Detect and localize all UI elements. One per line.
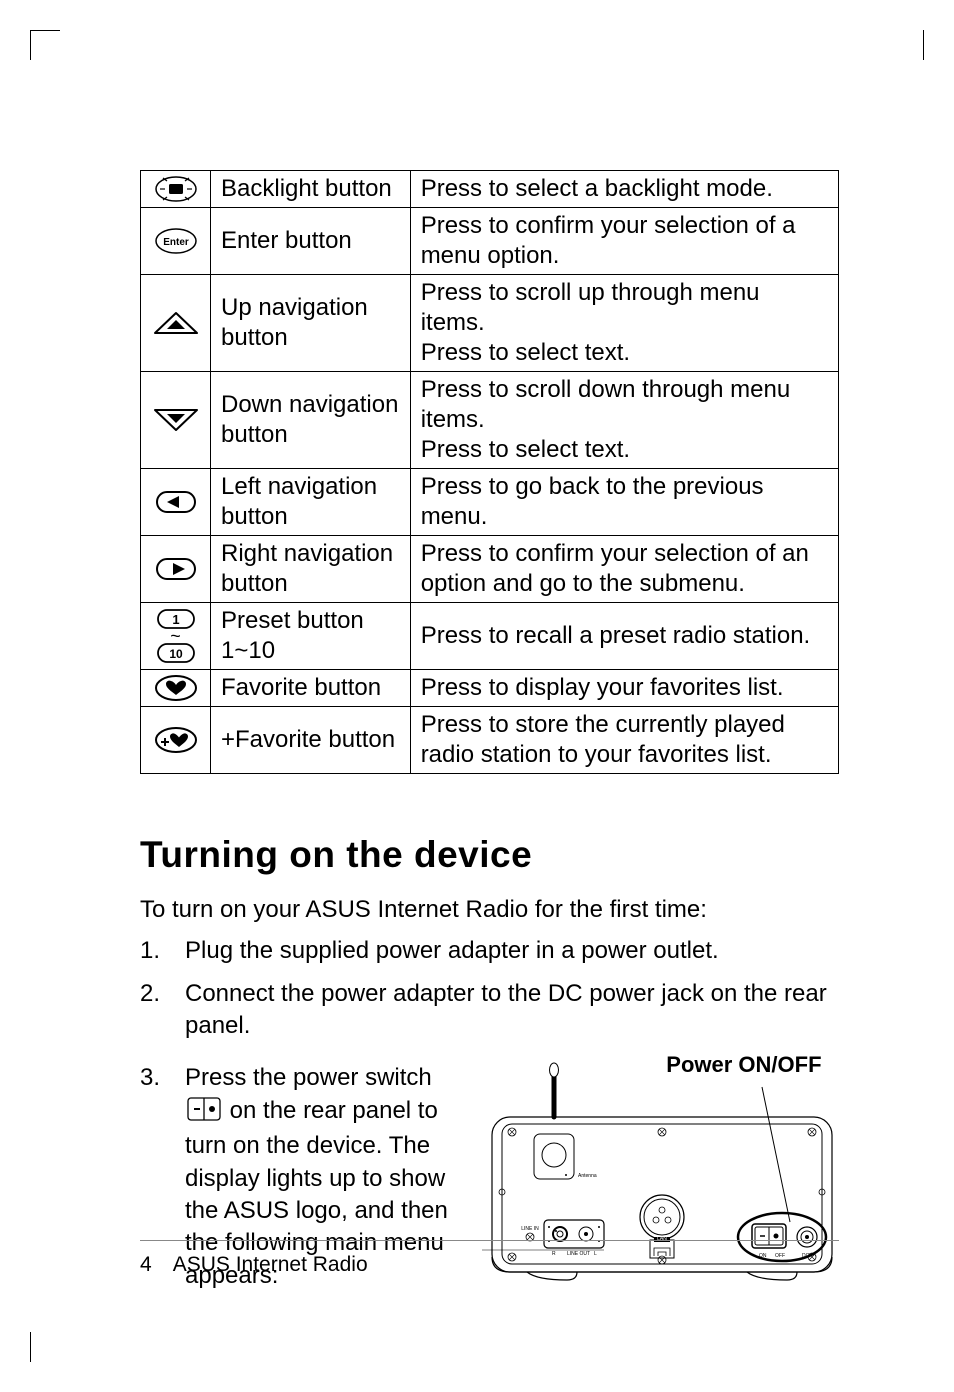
control-name: Right navigation button: [211, 536, 411, 603]
table-row: Right navigation button Press to confirm…: [141, 536, 839, 603]
up-nav-icon: [151, 308, 201, 338]
step3-pre: Press the power switch: [185, 1064, 432, 1091]
control-desc: Press to confirm your selection of an op…: [410, 536, 838, 603]
page-footer: 4 ASUS Internet Radio: [140, 1240, 839, 1277]
table-row: Down navigation button Press to scroll d…: [141, 372, 839, 469]
backlight-icon: [153, 175, 199, 203]
right-nav-icon: [153, 555, 199, 583]
page-content: Backlight button Press to select a backl…: [140, 170, 839, 1292]
table-row: 1 ~ 10 Preset button 1~10 Press to recal…: [141, 603, 839, 670]
table-row: Up navigation button Press to scroll up …: [141, 275, 839, 372]
add-favorite-icon: [153, 726, 199, 754]
intro-text: To turn on your ASUS Internet Radio for …: [140, 894, 839, 925]
control-desc: Press to scroll up through menu items.Pr…: [410, 275, 838, 372]
power-onoff-label: Power ON/OFF: [666, 1052, 821, 1078]
table-row: Left navigation button Press to go back …: [141, 469, 839, 536]
page-number: 4: [140, 1253, 168, 1277]
crop-mark-bl: [30, 1332, 60, 1362]
section-heading: Turning on the device: [140, 834, 839, 876]
power-switch-inline-icon: [187, 1097, 221, 1130]
control-desc: Press to store the currently played radi…: [410, 707, 838, 774]
table-row: Backlight button Press to select a backl…: [141, 171, 839, 208]
crop-mark-tr: [894, 30, 924, 60]
control-name: Down navigation button: [211, 372, 411, 469]
svg-text:10: 10: [169, 647, 183, 661]
table-row: Favorite button Press to display your fa…: [141, 670, 839, 707]
control-name: Favorite button: [211, 670, 411, 707]
favorite-icon: [153, 674, 199, 702]
control-name: Left navigation button: [211, 469, 411, 536]
control-name: Backlight button: [211, 171, 411, 208]
control-desc: Press to display your favorites list.: [410, 670, 838, 707]
control-name: Preset button 1~10: [211, 603, 411, 670]
line-in-label: LINE IN: [521, 1226, 539, 1232]
table-row: Enter Enter button Press to confirm your…: [141, 208, 839, 275]
control-desc: Press to scroll down through menu items.…: [410, 372, 838, 469]
svg-text:Enter: Enter: [163, 237, 189, 248]
footer-title: ASUS Internet Radio: [173, 1253, 368, 1276]
left-nav-icon: [153, 488, 199, 516]
table-row: +Favorite button Press to store the curr…: [141, 707, 839, 774]
antenna-label: Antenna: [578, 1173, 597, 1179]
list-item: Connect the power adapter to the DC powe…: [140, 978, 839, 1043]
control-desc: Press to confirm your selection of a men…: [410, 208, 838, 275]
steps-list: Plug the supplied power adapter in a pow…: [140, 935, 839, 1042]
preset-10-icon: 10: [156, 642, 196, 664]
control-name: Up navigation button: [211, 275, 411, 372]
svg-text:1: 1: [172, 612, 179, 627]
down-nav-icon: [151, 405, 201, 435]
enter-icon: Enter: [153, 227, 199, 255]
list-item: Plug the supplied power adapter in a pow…: [140, 935, 839, 967]
control-desc: Press to go back to the previous menu.: [410, 469, 838, 536]
control-name: +Favorite button: [211, 707, 411, 774]
preset-tilde: ~: [143, 631, 208, 642]
controls-table: Backlight button Press to select a backl…: [140, 170, 839, 774]
control-name: Enter button: [211, 208, 411, 275]
crop-mark-tl: [30, 30, 60, 60]
control-desc: Press to select a backlight mode.: [410, 171, 838, 208]
control-desc: Press to recall a preset radio station.: [410, 603, 838, 670]
